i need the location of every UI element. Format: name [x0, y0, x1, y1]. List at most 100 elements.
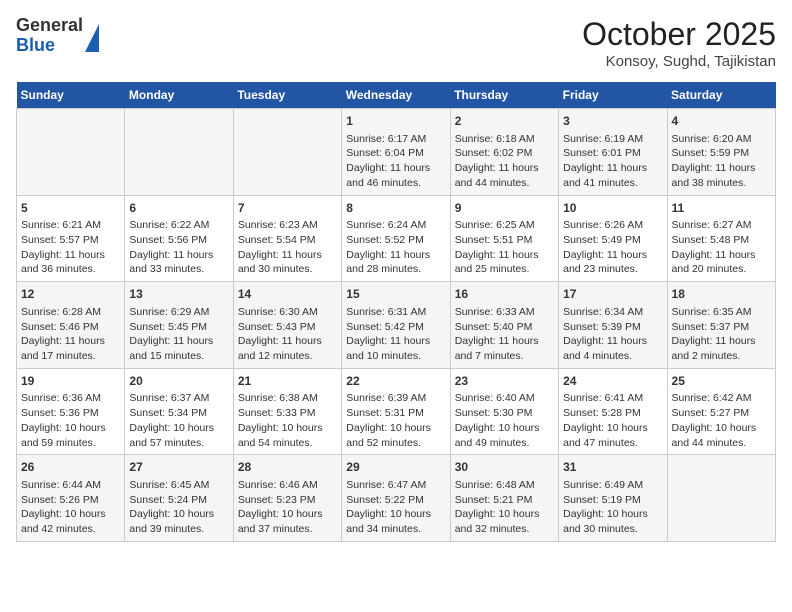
day-number: 17 [563, 286, 662, 303]
day-cell-content: Sunrise: 6:39 AM Sunset: 5:31 PM Dayligh… [346, 391, 445, 450]
calendar-day-cell: 10Sunrise: 6:26 AM Sunset: 5:49 PM Dayli… [559, 195, 667, 282]
day-cell-content: Sunrise: 6:19 AM Sunset: 6:01 PM Dayligh… [563, 132, 662, 191]
day-cell-content: Sunrise: 6:28 AM Sunset: 5:46 PM Dayligh… [21, 305, 120, 364]
day-cell-content: Sunrise: 6:23 AM Sunset: 5:54 PM Dayligh… [238, 218, 337, 277]
day-cell-content: Sunrise: 6:41 AM Sunset: 5:28 PM Dayligh… [563, 391, 662, 450]
calendar-day-cell: 3 Sunrise: 6:19 AM Sunset: 6:01 PM Daylig… [559, 109, 667, 196]
day-number: 1 [346, 113, 445, 130]
calendar-week-row: 1 Sunrise: 6:17 AM Sunset: 6:04 PM Daylig… [17, 109, 776, 196]
logo: General Blue [16, 16, 99, 56]
calendar-day-cell: 18 Sunrise: 6:35 AM Sunset: 5:37 PM Dayli… [667, 282, 775, 369]
day-number: 23 [455, 373, 554, 390]
day-cell-content: Sunrise: 6:46 AM Sunset: 5:23 PM Dayligh… [238, 478, 337, 537]
calendar-day-cell: 27Sunrise: 6:45 AM Sunset: 5:24 PM Dayli… [125, 455, 233, 542]
day-number: 28 [238, 459, 337, 476]
calendar-day-cell: 5Sunrise: 6:21 AM Sunset: 5:57 PM Daylig… [17, 195, 125, 282]
calendar-day-cell: 14 Sunrise: 6:30 AM Sunset: 5:43 PM Dayli… [233, 282, 341, 369]
calendar-day-cell: 26 Sunrise: 6:44 AM Sunset: 5:26 PM Dayli… [17, 455, 125, 542]
calendar-day-cell: 20Sunrise: 6:37 AM Sunset: 5:34 PM Dayli… [125, 368, 233, 455]
day-cell-content: Sunrise: 6:38 AM Sunset: 5:33 PM Dayligh… [238, 391, 337, 450]
day-number: 11 [672, 200, 771, 217]
calendar-day-cell: 17 Sunrise: 6:34 AM Sunset: 5:39 PM Dayli… [559, 282, 667, 369]
day-number: 13 [129, 286, 228, 303]
calendar-day-cell: 24Sunrise: 6:41 AM Sunset: 5:28 PM Dayli… [559, 368, 667, 455]
calendar-day-cell: 23Sunrise: 6:40 AM Sunset: 5:30 PM Dayli… [450, 368, 558, 455]
calendar-day-cell [125, 109, 233, 196]
day-cell-content: Sunrise: 6:25 AM Sunset: 5:51 PM Dayligh… [455, 218, 554, 277]
day-cell-content: Sunrise: 6:26 AM Sunset: 5:49 PM Dayligh… [563, 218, 662, 277]
calendar-day-cell: 25Sunrise: 6:42 AM Sunset: 5:27 PM Dayli… [667, 368, 775, 455]
day-number: 8 [346, 200, 445, 217]
calendar-week-row: 5Sunrise: 6:21 AM Sunset: 5:57 PM Daylig… [17, 195, 776, 282]
calendar-day-cell: 1 Sunrise: 6:17 AM Sunset: 6:04 PM Daylig… [342, 109, 450, 196]
day-number: 2 [455, 113, 554, 130]
day-cell-content: Sunrise: 6:17 AM Sunset: 6:04 PM Dayligh… [346, 132, 445, 191]
day-number: 5 [21, 200, 120, 217]
day-number: 15 [346, 286, 445, 303]
calendar-day-cell [233, 109, 341, 196]
calendar-body: 1 Sunrise: 6:17 AM Sunset: 6:04 PM Daylig… [17, 109, 776, 542]
day-cell-content: Sunrise: 6:37 AM Sunset: 5:34 PM Dayligh… [129, 391, 228, 450]
month-year-title: October 2025 [582, 16, 776, 53]
day-cell-content: Sunrise: 6:24 AM Sunset: 5:52 PM Dayligh… [346, 218, 445, 277]
weekday-header-wednesday: Wednesday [342, 82, 450, 109]
location-subtitle: Konsoy, Sughd, Tajikistan [582, 53, 776, 70]
day-number: 14 [238, 286, 337, 303]
weekday-header-saturday: Saturday [667, 82, 775, 109]
title-block: October 2025 Konsoy, Sughd, Tajikistan [582, 16, 776, 70]
calendar-day-cell: 22Sunrise: 6:39 AM Sunset: 5:31 PM Dayli… [342, 368, 450, 455]
page-header: General Blue October 2025 Konsoy, Sughd,… [16, 16, 776, 70]
logo-general: General [16, 16, 83, 36]
day-number: 27 [129, 459, 228, 476]
day-number: 20 [129, 373, 228, 390]
calendar-week-row: 12Sunrise: 6:28 AM Sunset: 5:46 PM Dayli… [17, 282, 776, 369]
day-cell-content: Sunrise: 6:22 AM Sunset: 5:56 PM Dayligh… [129, 218, 228, 277]
calendar-day-cell: 2Sunrise: 6:18 AM Sunset: 6:02 PM Daylig… [450, 109, 558, 196]
weekday-header-friday: Friday [559, 82, 667, 109]
day-cell-content: Sunrise: 6:47 AM Sunset: 5:22 PM Dayligh… [346, 478, 445, 537]
calendar-day-cell: 28 Sunrise: 6:46 AM Sunset: 5:23 PM Dayli… [233, 455, 341, 542]
day-number: 18 [672, 286, 771, 303]
weekday-header-monday: Monday [125, 82, 233, 109]
calendar-day-cell: 31 Sunrise: 6:49 AM Sunset: 5:19 PM Dayli… [559, 455, 667, 542]
day-cell-content: Sunrise: 6:35 AM Sunset: 5:37 PM Dayligh… [672, 305, 771, 364]
calendar-day-cell: 19Sunrise: 6:36 AM Sunset: 5:36 PM Dayli… [17, 368, 125, 455]
calendar-day-cell [17, 109, 125, 196]
day-cell-content: Sunrise: 6:42 AM Sunset: 5:27 PM Dayligh… [672, 391, 771, 450]
calendar-day-cell: 16Sunrise: 6:33 AM Sunset: 5:40 PM Dayli… [450, 282, 558, 369]
calendar-week-row: 26 Sunrise: 6:44 AM Sunset: 5:26 PM Dayli… [17, 455, 776, 542]
calendar-day-cell: 12Sunrise: 6:28 AM Sunset: 5:46 PM Dayli… [17, 282, 125, 369]
day-number: 9 [455, 200, 554, 217]
day-number: 26 [21, 459, 120, 476]
calendar-table: SundayMondayTuesdayWednesdayThursdayFrid… [16, 82, 776, 542]
day-number: 6 [129, 200, 228, 217]
day-cell-content: Sunrise: 6:33 AM Sunset: 5:40 PM Dayligh… [455, 305, 554, 364]
day-number: 31 [563, 459, 662, 476]
day-number: 19 [21, 373, 120, 390]
day-cell-content: Sunrise: 6:40 AM Sunset: 5:30 PM Dayligh… [455, 391, 554, 450]
weekday-header-thursday: Thursday [450, 82, 558, 109]
calendar-day-cell: 8Sunrise: 6:24 AM Sunset: 5:52 PM Daylig… [342, 195, 450, 282]
day-cell-content: Sunrise: 6:30 AM Sunset: 5:43 PM Dayligh… [238, 305, 337, 364]
day-number: 24 [563, 373, 662, 390]
day-cell-content: Sunrise: 6:20 AM Sunset: 5:59 PM Dayligh… [672, 132, 771, 191]
weekday-header-row: SundayMondayTuesdayWednesdayThursdayFrid… [17, 82, 776, 109]
calendar-week-row: 19Sunrise: 6:36 AM Sunset: 5:36 PM Dayli… [17, 368, 776, 455]
logo-text: General Blue [16, 16, 83, 56]
calendar-day-cell: 21Sunrise: 6:38 AM Sunset: 5:33 PM Dayli… [233, 368, 341, 455]
day-number: 22 [346, 373, 445, 390]
day-cell-content: Sunrise: 6:48 AM Sunset: 5:21 PM Dayligh… [455, 478, 554, 537]
day-cell-content: Sunrise: 6:49 AM Sunset: 5:19 PM Dayligh… [563, 478, 662, 537]
day-cell-content: Sunrise: 6:44 AM Sunset: 5:26 PM Dayligh… [21, 478, 120, 537]
day-cell-content: Sunrise: 6:36 AM Sunset: 5:36 PM Dayligh… [21, 391, 120, 450]
day-cell-content: Sunrise: 6:34 AM Sunset: 5:39 PM Dayligh… [563, 305, 662, 364]
calendar-day-cell: 30Sunrise: 6:48 AM Sunset: 5:21 PM Dayli… [450, 455, 558, 542]
day-cell-content: Sunrise: 6:27 AM Sunset: 5:48 PM Dayligh… [672, 218, 771, 277]
calendar-day-cell: 29Sunrise: 6:47 AM Sunset: 5:22 PM Dayli… [342, 455, 450, 542]
calendar-day-cell: 13Sunrise: 6:29 AM Sunset: 5:45 PM Dayli… [125, 282, 233, 369]
day-cell-content: Sunrise: 6:31 AM Sunset: 5:42 PM Dayligh… [346, 305, 445, 364]
day-number: 7 [238, 200, 337, 217]
day-number: 3 [563, 113, 662, 130]
day-number: 21 [238, 373, 337, 390]
day-number: 10 [563, 200, 662, 217]
